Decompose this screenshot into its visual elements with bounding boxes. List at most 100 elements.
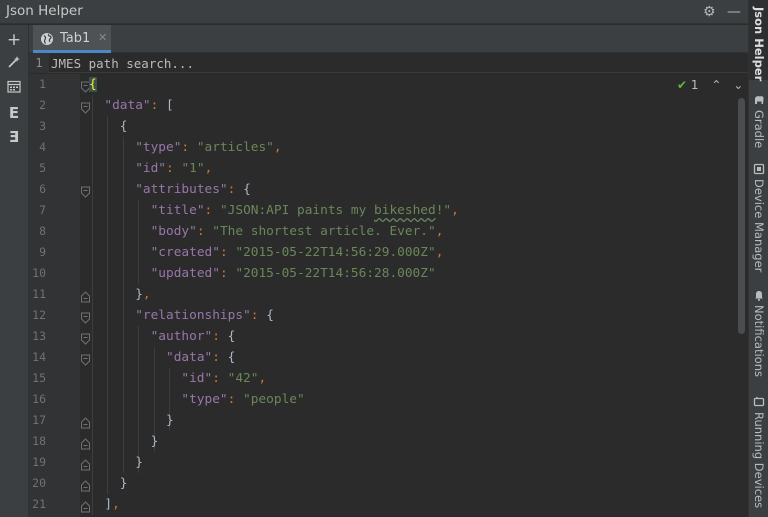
line-number: 19 bbox=[32, 455, 46, 469]
code-text: "type": "people" bbox=[181, 389, 304, 410]
right-tab-label: Gradle bbox=[752, 110, 766, 149]
line-number: 1 bbox=[39, 77, 46, 91]
code-token: , bbox=[112, 497, 120, 512]
code-line[interactable]: 11}, bbox=[29, 284, 748, 305]
fold-marker-icon[interactable] bbox=[81, 477, 90, 492]
code-token: : bbox=[212, 371, 228, 386]
right-tab-notifications[interactable]: Notifications bbox=[749, 289, 768, 379]
right-tab-json-helper[interactable]: Json Helper bbox=[749, 0, 768, 81]
code-token: "42" bbox=[227, 371, 259, 386]
fold-marker-icon[interactable] bbox=[81, 309, 90, 324]
code-token: } bbox=[135, 455, 143, 470]
code-token: "data" bbox=[104, 98, 151, 113]
fold-marker-icon[interactable] bbox=[81, 435, 90, 450]
json-editor[interactable]: 1{2 "data": [3{4 "type": "articles", 5 "id":… bbox=[29, 74, 748, 517]
jmes-path-search-input[interactable] bbox=[51, 54, 741, 72]
code-token: "updated" bbox=[150, 266, 220, 281]
left-toolbar: + E Ǝ bbox=[0, 25, 29, 517]
line-number: 8 bbox=[39, 224, 46, 238]
code-text: { bbox=[120, 116, 128, 137]
code-token: , bbox=[273, 140, 282, 155]
fold-marker-icon[interactable] bbox=[81, 288, 90, 303]
code-text: "updated": "2015-05-22T14:56:28.000Z" bbox=[151, 263, 436, 284]
code-token: { bbox=[227, 350, 236, 365]
fold-marker-icon[interactable] bbox=[81, 456, 90, 471]
line-number: 18 bbox=[32, 434, 46, 448]
code-token: "articles" bbox=[196, 140, 274, 155]
minus-icon[interactable]: — bbox=[727, 3, 741, 21]
code-token: : bbox=[250, 308, 267, 323]
code-token: { bbox=[119, 119, 128, 134]
code-line[interactable]: 16 "type": "people" bbox=[29, 389, 748, 410]
tab-tab1[interactable]: Tab1 ✕ bbox=[33, 25, 111, 53]
code-token: "type" bbox=[181, 392, 228, 407]
code-line[interactable]: 7 "title": "JSON:API paints my bikeshed!"… bbox=[29, 200, 748, 221]
format-e-icon[interactable]: E bbox=[0, 104, 28, 122]
code-line[interactable]: 14 "data": { bbox=[29, 347, 748, 368]
code-line[interactable]: 13 "author": { bbox=[29, 326, 748, 347]
code-line[interactable]: 2 "data": [ bbox=[29, 95, 748, 116]
code-token: : bbox=[227, 392, 244, 407]
code-line[interactable]: 3{ bbox=[29, 116, 748, 137]
fold-marker-icon[interactable] bbox=[81, 183, 90, 198]
chevron-up-icon[interactable]: ⌃ bbox=[711, 78, 721, 92]
chevron-down-icon[interactable]: ⌄ bbox=[733, 78, 743, 92]
code-line[interactable]: 5 "id": "1", bbox=[29, 158, 748, 179]
gear-icon[interactable]: ⚙ bbox=[703, 3, 716, 21]
fold-marker-icon[interactable] bbox=[81, 351, 90, 366]
code-token: } bbox=[166, 413, 174, 428]
calendar-icon[interactable] bbox=[0, 80, 28, 98]
right-tab-label: Running Devices bbox=[752, 412, 766, 509]
line-number: 3 bbox=[39, 119, 46, 133]
code-line[interactable]: 1{ bbox=[29, 74, 748, 95]
code-line[interactable]: 6 "attributes": { bbox=[29, 179, 748, 200]
right-tab-device-manager[interactable]: Device Manager bbox=[749, 163, 768, 272]
magic-wand-icon[interactable] bbox=[0, 55, 28, 74]
inspection-widget[interactable]: ✔ 1 ⌃ ⌄ bbox=[677, 78, 743, 92]
code-text: { bbox=[89, 74, 97, 95]
code-text: "author": { bbox=[151, 326, 236, 347]
compact-e-icon[interactable]: Ǝ bbox=[0, 128, 28, 146]
code-line[interactable]: 20} bbox=[29, 473, 748, 494]
code-token: "id" bbox=[181, 371, 213, 386]
line-number: 13 bbox=[32, 329, 46, 343]
right-tab-label: Notifications bbox=[752, 305, 766, 377]
line-number: 11 bbox=[32, 287, 46, 301]
code-line[interactable]: 15 "id": "42", bbox=[29, 368, 748, 389]
code-line[interactable]: 9 "created": "2015-05-22T14:56:29.000Z", bbox=[29, 242, 748, 263]
line-number: 5 bbox=[39, 161, 46, 175]
code-line[interactable]: 17} bbox=[29, 410, 748, 431]
code-line[interactable]: 10 "updated": "2015-05-22T14:56:28.000Z" bbox=[29, 263, 748, 284]
code-line[interactable]: 8 "body": "The shortest article. Ever.", bbox=[29, 221, 748, 242]
fold-marker-icon[interactable] bbox=[81, 330, 90, 345]
code-token: "relationships" bbox=[135, 308, 251, 323]
line-number: 15 bbox=[32, 371, 46, 385]
code-token: , bbox=[258, 371, 267, 386]
fold-marker-icon[interactable] bbox=[81, 498, 90, 513]
code-line[interactable]: 19} bbox=[29, 452, 748, 473]
code-text: }, bbox=[135, 284, 150, 305]
code-token: "1" bbox=[181, 161, 205, 176]
plus-icon[interactable]: + bbox=[0, 31, 28, 49]
code-token: !" bbox=[435, 203, 452, 218]
code-token: } bbox=[119, 476, 128, 491]
code-line[interactable]: 18} bbox=[29, 431, 748, 452]
line-number: 12 bbox=[32, 308, 46, 322]
fold-marker-icon[interactable] bbox=[81, 99, 90, 114]
code-token: , bbox=[435, 224, 444, 239]
right-toolbar: Json Helper Gradle Device Manager Notifi… bbox=[748, 0, 768, 517]
code-line[interactable]: 12 "relationships": { bbox=[29, 305, 748, 326]
line-number: 17 bbox=[32, 413, 46, 427]
close-icon[interactable]: ✕ bbox=[98, 31, 107, 44]
code-text: "created": "2015-05-22T14:56:29.000Z", bbox=[151, 242, 444, 263]
code-line[interactable]: 4 "type": "articles", bbox=[29, 137, 748, 158]
right-tab-running-devices[interactable]: Running Devices bbox=[749, 396, 768, 514]
code-text: "id": "42", bbox=[181, 368, 266, 389]
code-token: , bbox=[435, 245, 444, 260]
tab-label: Tab1 bbox=[60, 31, 91, 46]
code-token: "people" bbox=[243, 392, 305, 407]
right-tab-gradle[interactable]: Gradle bbox=[749, 94, 768, 150]
fold-marker-icon[interactable] bbox=[81, 414, 90, 429]
code-line[interactable]: 21], bbox=[29, 494, 748, 515]
vertical-scrollbar-thumb[interactable] bbox=[738, 98, 745, 334]
